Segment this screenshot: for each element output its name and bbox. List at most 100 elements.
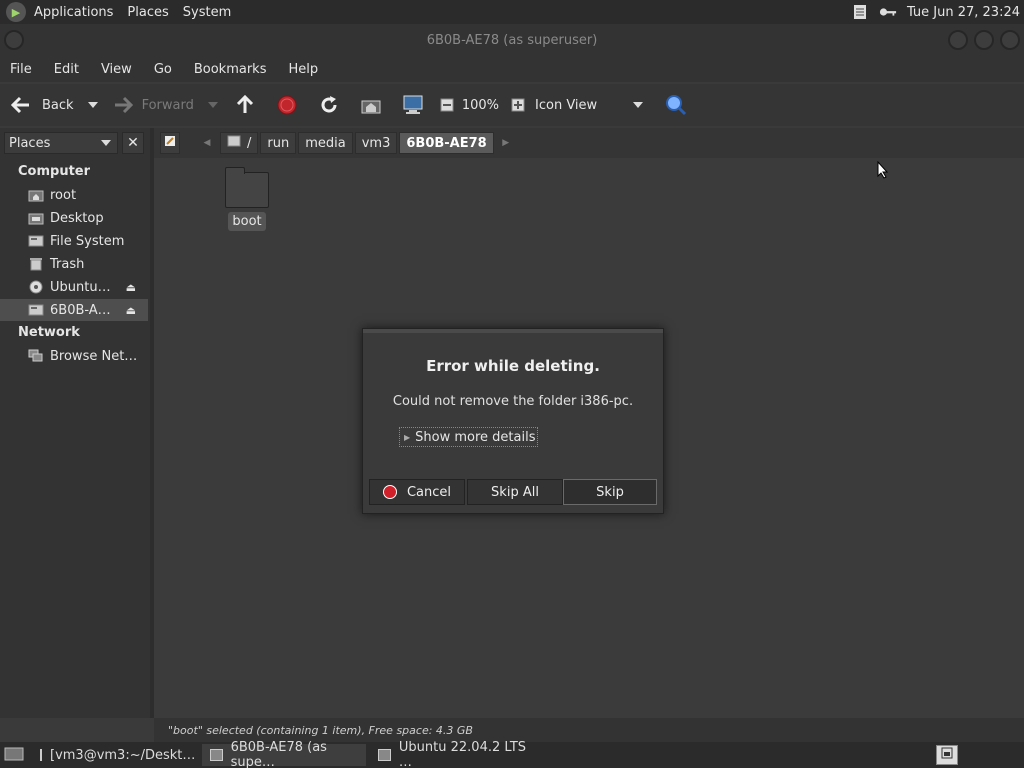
toggle-location-entry-button[interactable] [160, 132, 180, 154]
crumb-6b0b-ae78[interactable]: 6B0B-AE78 [399, 132, 494, 154]
back-button[interactable]: Back [10, 90, 74, 120]
crumb-label: run [267, 135, 290, 151]
chevron-down-icon [101, 140, 111, 146]
crumbs-scroll-left-button[interactable]: ◀ [194, 138, 220, 148]
chevron-down-icon [207, 102, 218, 108]
window-titlebar[interactable]: 6B0B-AE78 (as superuser) [0, 24, 1024, 56]
details-label: Show more details [415, 429, 536, 445]
desktop-folder-icon [28, 211, 44, 225]
sidebar-item-ubuntu[interactable]: Ubuntu… ⏏ [0, 276, 148, 298]
notes-icon[interactable] [851, 3, 869, 21]
view-mode-label: Icon View [535, 97, 598, 113]
toolbar: Back Forward 100% Icon View [0, 84, 1024, 126]
eject-icon[interactable]: ⏏ [126, 281, 136, 294]
sidebar-item-trash[interactable]: Trash [0, 253, 148, 275]
sidebar-type-select[interactable]: Places [4, 132, 118, 154]
sidebar-header-network: Network [18, 325, 80, 340]
taskbar: [vm3@vm3:~/Deskt… 6B0B-AE78 (as supe… Ub… [0, 740, 1024, 768]
window-title: 6B0B-AE78 (as superuser) [426, 32, 598, 48]
stop-button[interactable] [276, 90, 298, 120]
menu-go[interactable]: Go [154, 62, 172, 77]
forward-label: Forward [141, 97, 194, 113]
home-button[interactable] [360, 90, 382, 120]
main-menu-logo-icon[interactable]: ▶ [6, 2, 26, 22]
search-icon [665, 94, 687, 116]
zoom-in-button[interactable] [507, 90, 529, 120]
task-label: 6B0B-AE78 (as supe… [230, 740, 327, 768]
home-folder-icon [28, 188, 44, 202]
up-arrow-icon [234, 94, 256, 116]
crumb-label: / [247, 135, 252, 151]
key-icon[interactable] [879, 3, 897, 21]
task-label: [vm3@vm3:~/Deskt… [50, 747, 196, 763]
maximize-button[interactable] [974, 30, 994, 50]
skip-all-label: Skip All [491, 484, 539, 500]
sidebar-item-6b0b[interactable]: 6B0B-A… ⏏ [0, 299, 148, 321]
back-arrow-icon [10, 94, 32, 116]
task-label: Ubuntu 22.04.2 LTS … [398, 740, 527, 768]
network-icon [28, 349, 44, 363]
crumb-label: 6B0B-AE78 [406, 135, 487, 151]
forward-button[interactable]: Forward [112, 90, 194, 120]
sidebar-item-file-system[interactable]: File System [0, 230, 148, 252]
zoom-out-button[interactable] [436, 90, 458, 120]
menu-system[interactable]: System [183, 5, 231, 20]
crumb-media[interactable]: media [298, 132, 353, 154]
dialog-message: Could not remove the folder i386-pc. [392, 394, 634, 409]
workspace-switcher[interactable] [936, 745, 958, 765]
sidebar-item-browse-network[interactable]: Browse Net… [0, 345, 148, 367]
menu-bookmarks[interactable]: Bookmarks [194, 62, 267, 77]
minimize-button[interactable] [948, 30, 968, 50]
show-more-details-expander[interactable]: ▶ Show more details [399, 427, 539, 447]
drive-icon [28, 234, 44, 248]
sidebar-item-label: Browse Net… [50, 348, 138, 364]
crumb-root[interactable]: / [220, 132, 259, 154]
task-terminal[interactable]: [vm3@vm3:~/Deskt… [32, 744, 198, 766]
sidebar-item-label: File System [50, 233, 125, 249]
chevron-down-icon [633, 102, 644, 108]
folder-label: boot [228, 212, 266, 231]
menu-places[interactable]: Places [127, 5, 168, 20]
forward-arrow-icon [112, 94, 134, 116]
usb-drive-icon [28, 303, 44, 317]
skip-all-button[interactable]: Skip All [467, 479, 563, 505]
sidebar-header-computer: Computer [18, 164, 91, 179]
search-button[interactable] [665, 90, 687, 120]
menu-help[interactable]: Help [288, 62, 318, 77]
sidebar-item-label: Trash [50, 256, 85, 272]
menu-view[interactable]: View [101, 62, 132, 77]
crumb-label: media [305, 135, 346, 151]
task-file-manager[interactable]: 6B0B-AE78 (as supe… [202, 740, 366, 768]
cancel-button[interactable]: Cancel [369, 479, 465, 505]
error-dialog: Error while deleting. Could not remove t… [362, 328, 664, 514]
menu-edit[interactable]: Edit [54, 62, 79, 77]
clock[interactable]: Tue Jun 27, 23:24 [907, 5, 1020, 20]
crumb-label: vm3 [361, 135, 391, 151]
menu-file[interactable]: File [10, 62, 32, 77]
folder-item-boot[interactable]: boot [222, 167, 272, 231]
eject-icon[interactable]: ⏏ [126, 304, 136, 317]
show-desktop-button[interactable] [0, 744, 28, 766]
view-mode-select[interactable]: Icon View [535, 90, 644, 120]
computer-button[interactable] [402, 90, 424, 120]
back-history-dropdown[interactable] [87, 90, 98, 120]
task-ubuntu[interactable]: Ubuntu 22.04.2 LTS … [370, 740, 538, 768]
location-bar: ◀ / run media vm3 6B0B-AE78 ▶ [154, 128, 1024, 158]
skip-button[interactable]: Skip [563, 479, 657, 505]
crumb-run[interactable]: run [260, 132, 297, 154]
forward-history-dropdown[interactable] [207, 90, 218, 120]
terminal-icon [40, 749, 42, 761]
chevron-down-icon [87, 102, 98, 108]
crumbs-scroll-right-button[interactable]: ▶ [496, 138, 516, 148]
close-sidebar-button[interactable]: ✕ [122, 132, 144, 154]
close-window-button[interactable] [1000, 30, 1020, 50]
window-menu-icon[interactable] [4, 30, 24, 50]
crumb-vm3[interactable]: vm3 [354, 132, 398, 154]
sidebar-item-label: root [50, 187, 77, 203]
menubar: File Edit View Go Bookmarks Help [0, 56, 1024, 82]
up-button[interactable] [234, 90, 256, 120]
sidebar-item-desktop[interactable]: Desktop [0, 207, 148, 229]
sidebar-item-root[interactable]: root [0, 184, 148, 206]
reload-button[interactable] [318, 90, 340, 120]
menu-applications[interactable]: Applications [34, 5, 113, 20]
